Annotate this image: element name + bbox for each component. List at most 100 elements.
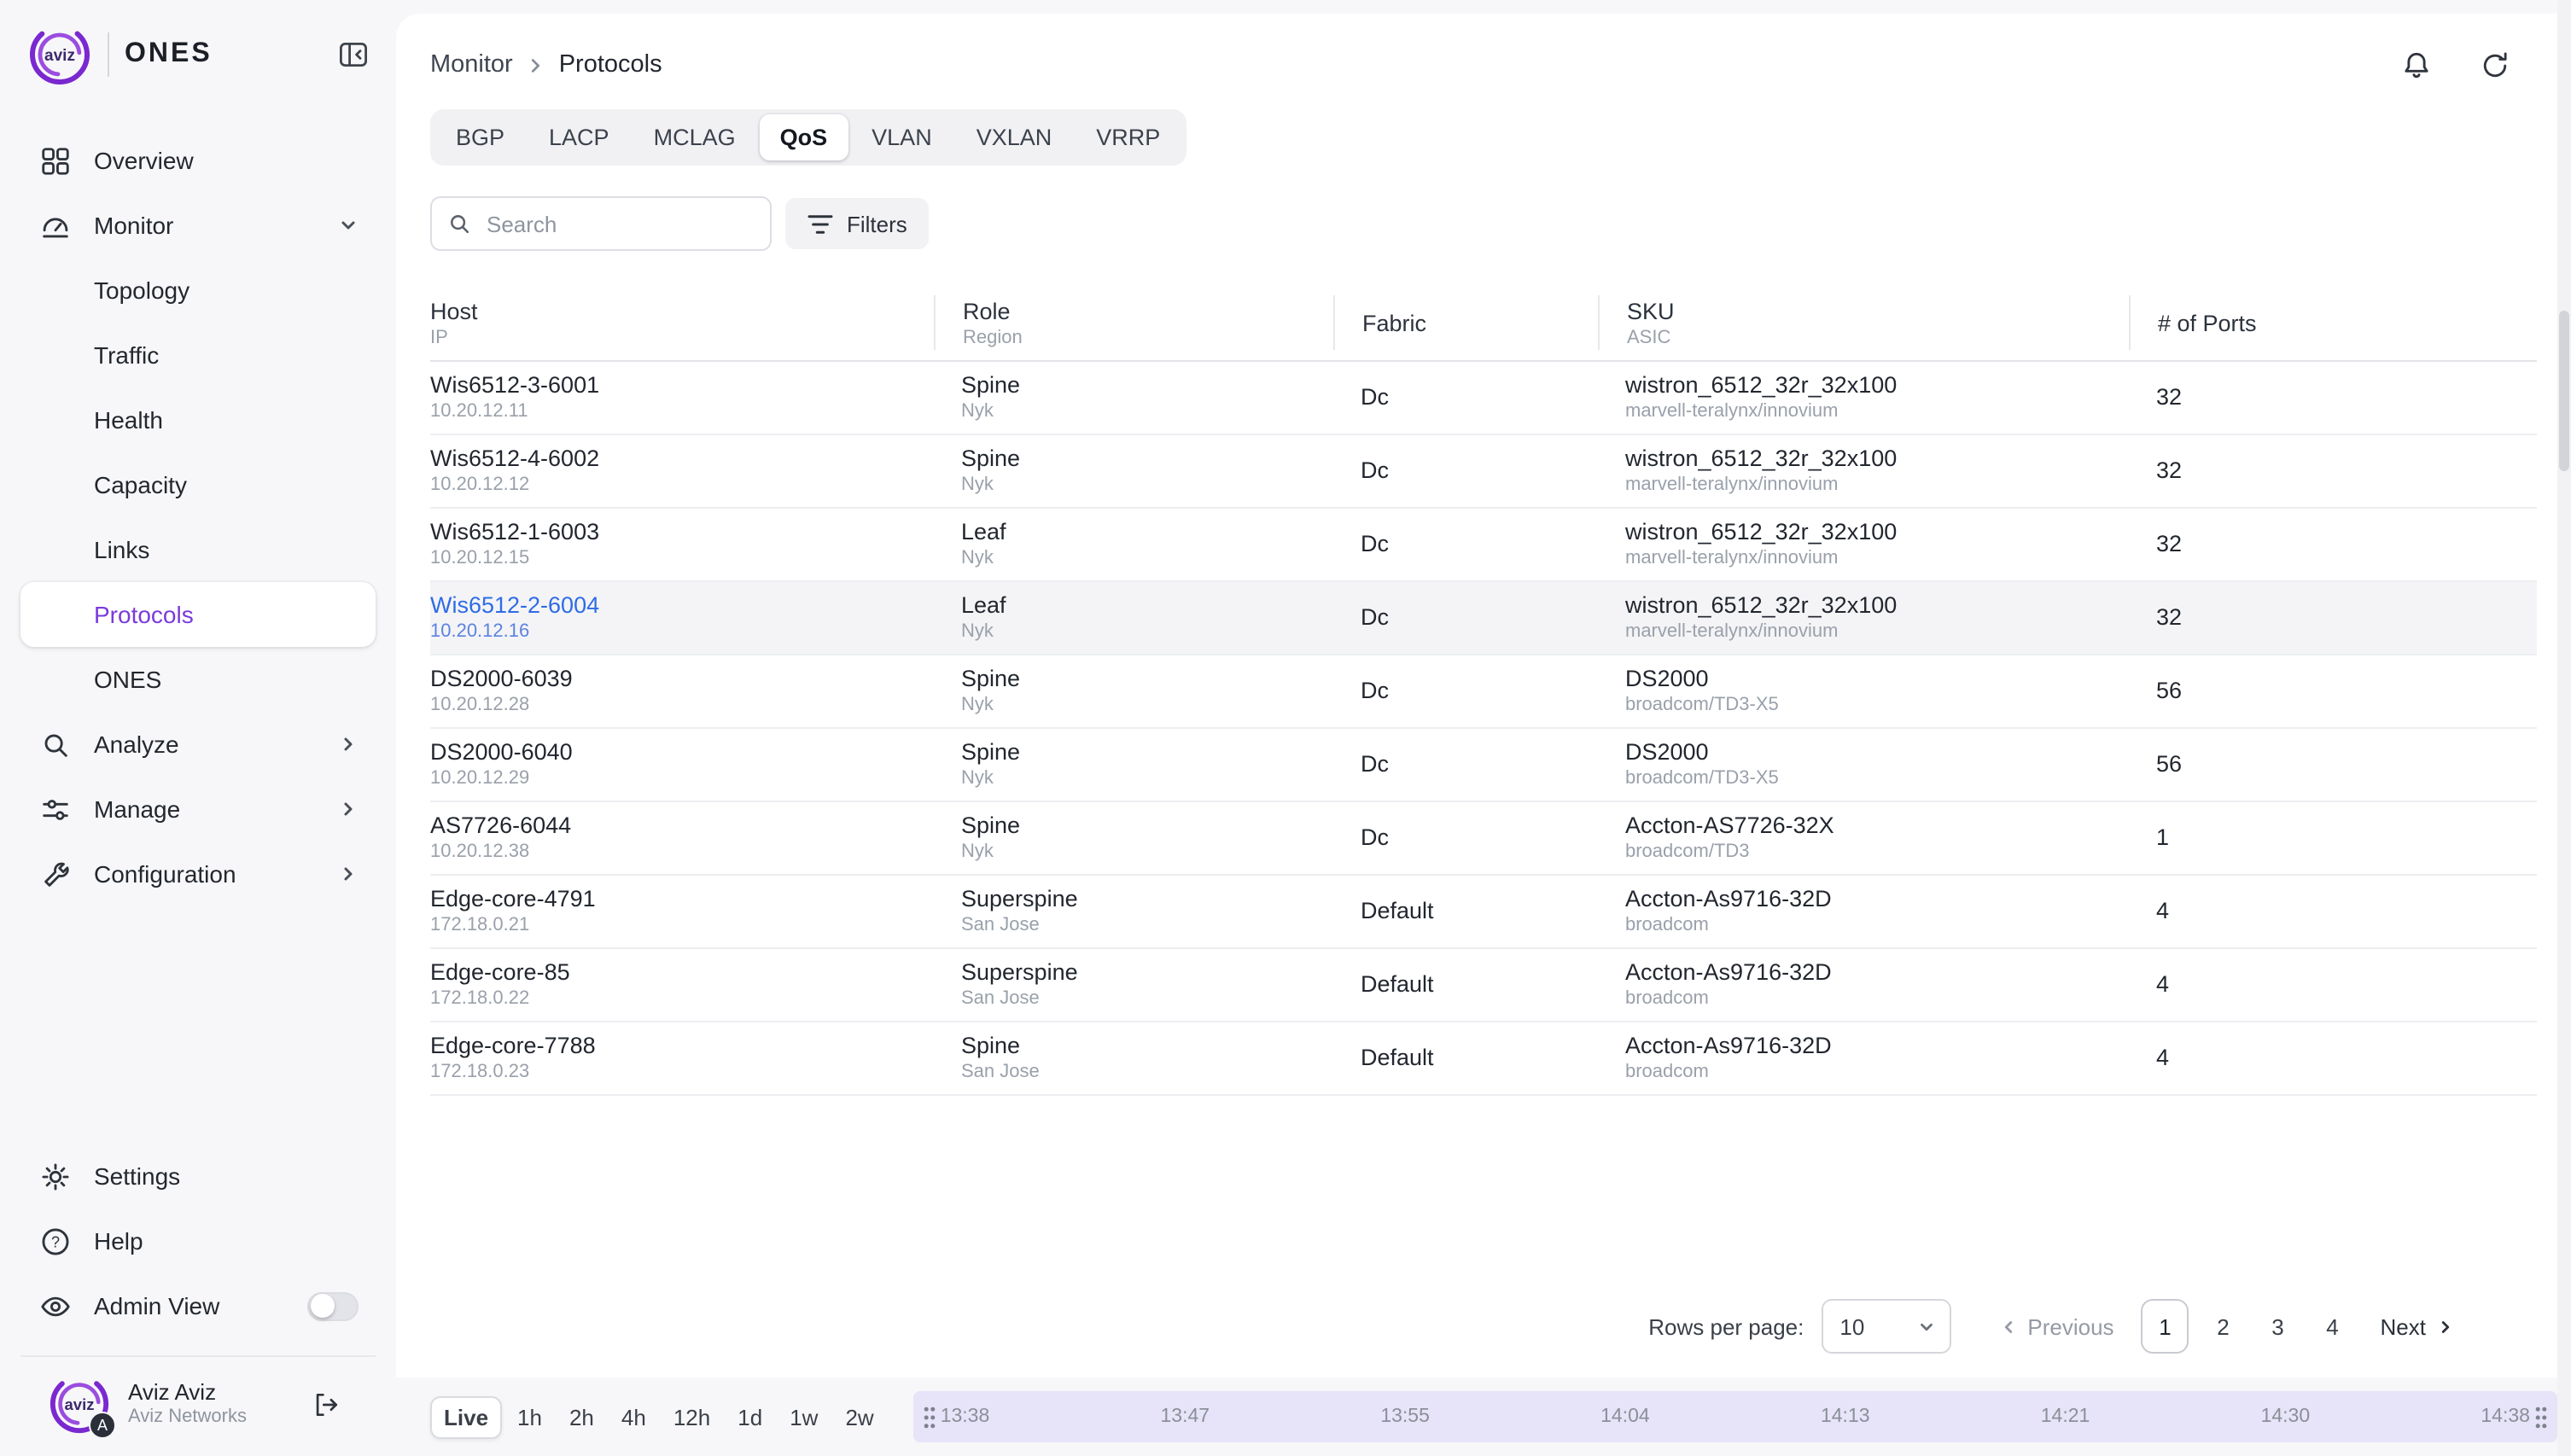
- sidebar-item-ones[interactable]: ONES: [20, 647, 376, 712]
- collapse-sidebar-button[interactable]: [331, 32, 376, 77]
- chevron-down-icon: [338, 215, 359, 236]
- chevron-right-icon: [338, 734, 359, 754]
- timeline-end-handle[interactable]: [2532, 1405, 2549, 1430]
- range-button-12h[interactable]: 12h: [662, 1395, 722, 1438]
- sidebar-item-traffic[interactable]: Traffic: [20, 323, 376, 387]
- sidebar-item-analyze[interactable]: Analyze: [20, 712, 376, 777]
- region: Nyk: [961, 842, 1333, 864]
- next-page-button[interactable]: Next: [2381, 1313, 2455, 1339]
- host-ip: 172.18.0.22: [430, 989, 934, 1010]
- sidebar-item-manage[interactable]: Manage: [20, 777, 376, 842]
- asic: broadcom: [1625, 1063, 2129, 1084]
- port-count: 1: [2156, 824, 2537, 851]
- timeline-timestamp: 13:47: [1161, 1406, 1210, 1427]
- range-button-2w[interactable]: 2w: [833, 1395, 885, 1438]
- sku-cell: wistron_6512_32r_32x100marvell-teralynx/…: [1598, 519, 2129, 570]
- timeline-timestamp: 13:38: [941, 1406, 990, 1427]
- eye-icon: [38, 1289, 72, 1323]
- tab-qos[interactable]: QoS: [760, 114, 848, 160]
- rows-per-page-select[interactable]: 10: [1821, 1299, 1950, 1354]
- tab-vlan[interactable]: VLAN: [851, 114, 953, 160]
- host-cell: Edge-core-85172.18.0.22: [430, 959, 934, 1010]
- sidebar-item-monitor[interactable]: Monitor: [20, 193, 376, 258]
- asic: marvell-teralynx/innovium: [1625, 475, 2129, 497]
- host-name: AS7726-6044: [430, 812, 934, 839]
- notifications-button[interactable]: [2397, 46, 2434, 84]
- logout-button[interactable]: [304, 1382, 348, 1426]
- configuration-wrench-icon: [38, 857, 72, 891]
- tab-vxlan[interactable]: VXLAN: [956, 114, 1073, 160]
- range-button-1h[interactable]: 1h: [505, 1395, 554, 1438]
- tab-vrrp[interactable]: VRRP: [1076, 114, 1181, 160]
- scrollbar[interactable]: [2557, 0, 2571, 1456]
- sidebar-item-links[interactable]: Links: [20, 517, 376, 582]
- table-row[interactable]: Wis6512-4-600210.20.12.12 SpineNyk Dc wi…: [430, 435, 2537, 509]
- sidebar-item-health[interactable]: Health: [20, 387, 376, 452]
- breadcrumb-monitor[interactable]: Monitor: [430, 51, 513, 79]
- tab-mclag[interactable]: MCLAG: [633, 114, 756, 160]
- admin-view-toggle[interactable]: [307, 1291, 359, 1320]
- asic: broadcom: [1625, 916, 2129, 937]
- fabric: Dc: [1361, 384, 1598, 411]
- table-row-selected[interactable]: Wis6512-2-600410.20.12.16 LeafNyk Dc wis…: [430, 582, 2537, 655]
- host-cell: DS2000-604010.20.12.29: [430, 739, 934, 790]
- range-button-2h[interactable]: 2h: [557, 1395, 606, 1438]
- table-row[interactable]: Edge-core-7788172.18.0.23 SpineSan Jose …: [430, 1022, 2537, 1096]
- sidebar-item-settings[interactable]: Settings: [20, 1144, 376, 1208]
- sidebar-item-protocols[interactable]: Protocols: [20, 582, 376, 647]
- sidebar-item-capacity[interactable]: Capacity: [20, 452, 376, 517]
- timeline-timestamp: 14:38: [2481, 1406, 2530, 1427]
- table-row[interactable]: Wis6512-1-600310.20.12.15 LeafNyk Dc wis…: [430, 509, 2537, 582]
- port-count: 56: [2156, 678, 2537, 704]
- page-button-2[interactable]: 2: [2203, 1301, 2244, 1352]
- page-button-4[interactable]: 4: [2312, 1301, 2353, 1352]
- sidebar-item-help[interactable]: ? Help: [20, 1208, 376, 1273]
- fabric: Dc: [1361, 678, 1598, 704]
- scrollbar-thumb[interactable]: [2559, 311, 2569, 471]
- timeline-start-handle[interactable]: [922, 1405, 939, 1430]
- range-button-live[interactable]: Live: [430, 1395, 502, 1438]
- breadcrumb: Monitor Protocols: [430, 51, 662, 79]
- table-row[interactable]: AS7726-604410.20.12.38 SpineNyk Dc Accto…: [430, 802, 2537, 876]
- search-box[interactable]: [430, 196, 772, 251]
- filters-button[interactable]: Filters: [785, 198, 930, 249]
- table-row[interactable]: Edge-core-85172.18.0.22 SuperspineSan Jo…: [430, 949, 2537, 1022]
- sku-cell: wistron_6512_32r_32x100marvell-teralynx/…: [1598, 372, 2129, 423]
- fabric-cell: Dc: [1333, 678, 1598, 704]
- sku-cell: Accton-As9716-32Dbroadcom: [1598, 886, 2129, 937]
- page-button-1[interactable]: 1: [2142, 1299, 2189, 1354]
- sidebar-item-overview[interactable]: Overview: [20, 128, 376, 193]
- sku: wistron_6512_32r_32x100: [1625, 592, 2129, 619]
- app-window: aviz ONES: [0, 0, 2571, 1456]
- refresh-button[interactable]: [2475, 46, 2513, 84]
- user-profile[interactable]: aviz A Aviz Aviz Aviz Networks: [20, 1355, 376, 1456]
- sidebar-item-label: Configuration: [94, 860, 236, 888]
- search-input[interactable]: [483, 209, 755, 238]
- sku-cell: Accton-As9716-32Dbroadcom: [1598, 1033, 2129, 1084]
- table-row[interactable]: DS2000-603910.20.12.28 SpineNyk Dc DS200…: [430, 655, 2537, 729]
- range-button-1d[interactable]: 1d: [726, 1395, 774, 1438]
- previous-page-button[interactable]: Previous: [1998, 1313, 2113, 1339]
- range-button-1w[interactable]: 1w: [778, 1395, 830, 1438]
- host-ip-link[interactable]: 10.20.12.16: [430, 622, 934, 644]
- asic: broadcom/TD3-X5: [1625, 769, 2129, 790]
- timeline-slider[interactable]: 13:38 13:47 13:55 14:04 14:13 14:21 14:3…: [913, 1391, 2557, 1442]
- rows-per-page-label: Rows per page:: [1648, 1313, 1804, 1339]
- refresh-icon: [2478, 49, 2510, 81]
- toggle-knob: [311, 1294, 335, 1318]
- ports-cell: 4: [2129, 971, 2537, 998]
- range-button-4h[interactable]: 4h: [609, 1395, 658, 1438]
- sidebar-item-configuration[interactable]: Configuration: [20, 842, 376, 906]
- sidebar-item-topology[interactable]: Topology: [20, 258, 376, 323]
- port-count: 4: [2156, 898, 2537, 924]
- page-button-3[interactable]: 3: [2258, 1301, 2299, 1352]
- table-row[interactable]: DS2000-604010.20.12.29 SpineNyk Dc DS200…: [430, 729, 2537, 802]
- port-count: 32: [2156, 604, 2537, 631]
- sidebar-item-label: Help: [94, 1227, 143, 1255]
- tab-bgp[interactable]: BGP: [435, 114, 525, 160]
- host-name-link[interactable]: Wis6512-2-6004: [430, 592, 934, 619]
- table-row[interactable]: Edge-core-4791172.18.0.21 SuperspineSan …: [430, 876, 2537, 949]
- tab-lacp[interactable]: LACP: [528, 114, 630, 160]
- column-title: Fabric: [1362, 310, 1598, 335]
- table-row[interactable]: Wis6512-3-600110.20.12.11 SpineNyk Dc wi…: [430, 362, 2537, 435]
